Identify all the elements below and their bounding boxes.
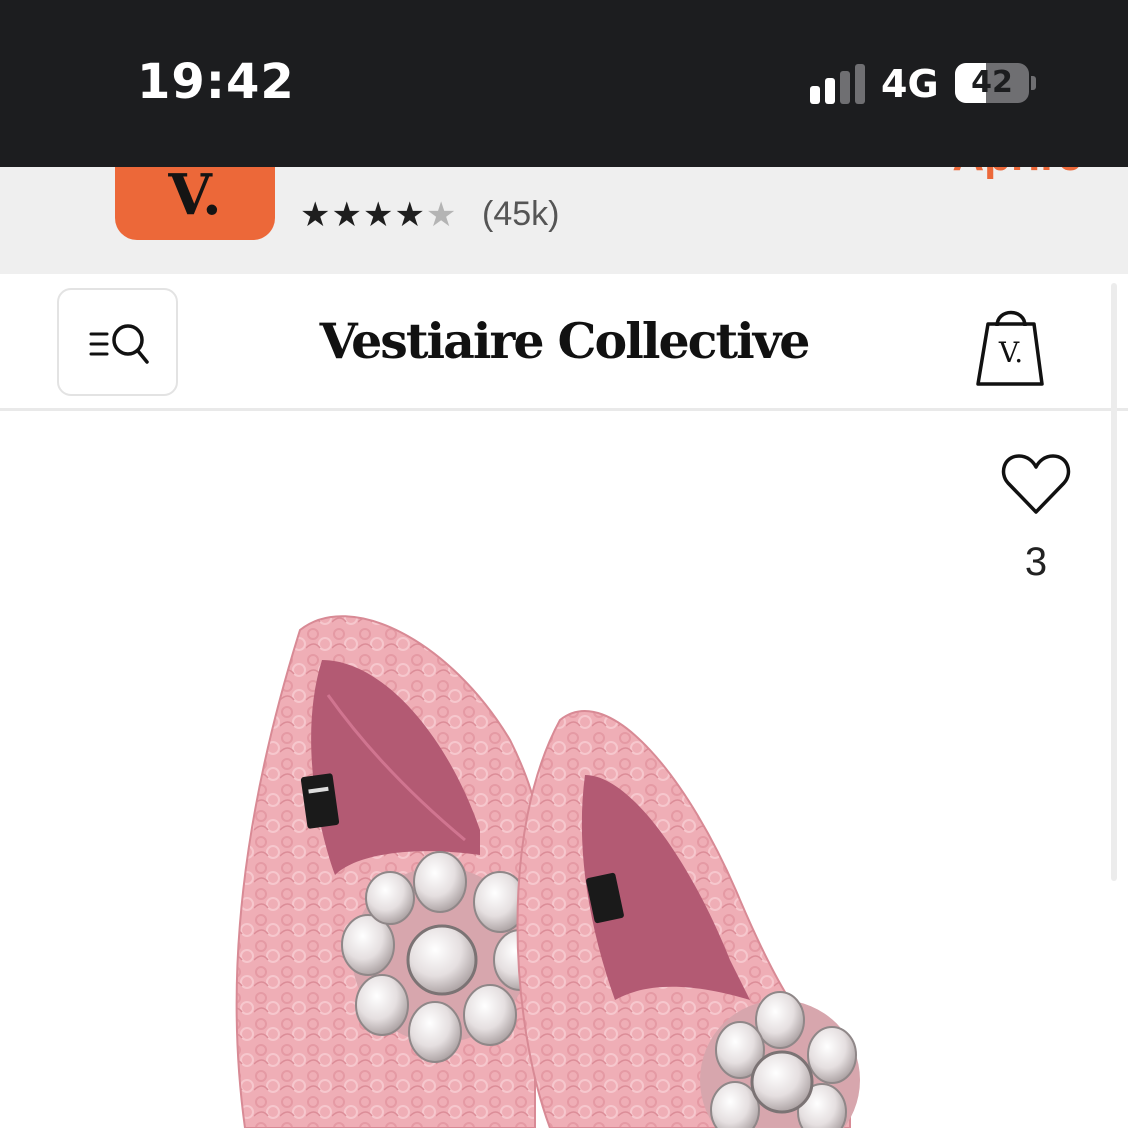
app-logo-letter: V. — [168, 167, 222, 228]
status-time: 19:42 — [137, 54, 295, 110]
site-header: Vestiaire Collective V. — [0, 274, 1128, 411]
scrollbar[interactable] — [1111, 283, 1117, 881]
heart-outline-icon — [1001, 454, 1071, 514]
open-app-button[interactable]: Apriré — [952, 167, 1082, 181]
app-rating-stars: ★★★★★ — [300, 195, 457, 235]
status-bar: 19:42 4G 42 — [0, 0, 1128, 167]
bag-letter: V. — [998, 336, 1024, 369]
battery-level: 42 — [971, 65, 1013, 100]
favorite-count: 3 — [1024, 540, 1048, 584]
rating-star-half: ★ — [425, 195, 458, 235]
app-logo[interactable]: V. — [115, 167, 275, 240]
battery-cap — [1031, 76, 1036, 90]
favorite-button[interactable] — [1000, 450, 1072, 518]
product-image[interactable] — [150, 600, 1000, 1128]
brand-logo[interactable]: Vestiaire Collective — [0, 312, 1128, 370]
cellular-signal-icon — [810, 64, 865, 104]
shopping-bag-button[interactable]: V. — [970, 300, 1052, 390]
app-install-banner[interactable]: V. ★★★★★ (45k) Apriré — [0, 167, 1128, 274]
battery-icon: 42 — [955, 63, 1029, 103]
app-review-count: (45k) — [482, 195, 560, 233]
network-type: 4G — [881, 62, 939, 106]
rating-stars-full: ★★★★ — [300, 195, 426, 235]
product-page: 19:42 4G 42 V. ★★★★★ (45k) Apriré — [0, 0, 1128, 1128]
